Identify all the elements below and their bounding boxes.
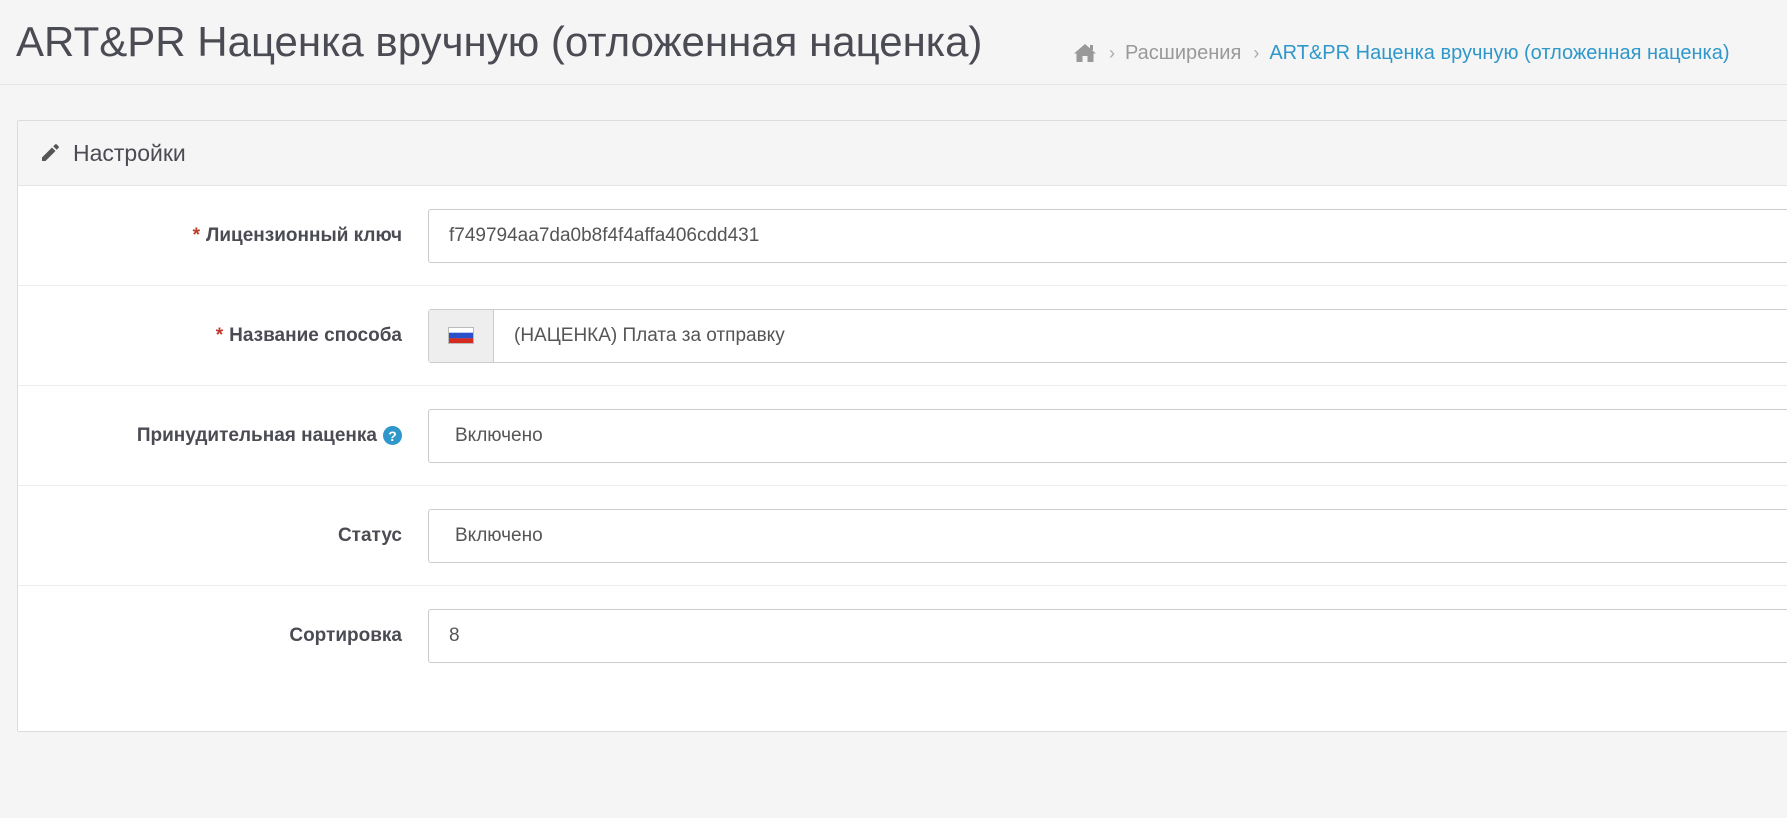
forced-markup-label-text: Принудительная наценка xyxy=(136,424,377,446)
breadcrumb-separator: › xyxy=(1109,42,1115,63)
license-key-label-text: Лицензионный ключ xyxy=(206,224,402,246)
license-key-value: f749794aa7da0b8f4f4affa406cdd431 xyxy=(449,224,760,246)
form-row-forced-markup: Принудительная наценка ? Включено xyxy=(18,386,1787,486)
sort-order-input[interactable]: 8 xyxy=(428,609,1787,663)
panel-heading: Настройки xyxy=(18,121,1787,186)
page-header: ART&PR Наценка вручную (отложенная нацен… xyxy=(0,0,1787,85)
forced-markup-label: Принудительная наценка ? xyxy=(137,425,402,447)
page-title: ART&PR Наценка вручную (отложенная нацен… xyxy=(16,18,983,65)
home-icon[interactable] xyxy=(1073,42,1097,64)
method-name-input-group[interactable]: (НАЦЕНКА) Плата за отправку xyxy=(428,308,1787,363)
license-key-input[interactable]: f749794aa7da0b8f4f4affa406cdd431 xyxy=(428,208,1787,263)
status-label: Статус xyxy=(338,525,402,547)
panel-title: Настройки xyxy=(73,139,186,166)
license-key-label: * Лицензионный ключ xyxy=(193,225,402,247)
breadcrumb-current[interactable]: ART&PR Наценка вручную (отложенная нацен… xyxy=(1269,42,1729,65)
breadcrumb: › Расширения › ART&PR Наценка вручную (о… xyxy=(1073,38,1742,68)
form-row-license-key: * Лицензионный ключ f749794aa7da0b8f4f4a… xyxy=(18,186,1787,286)
forced-markup-value: Включено xyxy=(455,424,543,446)
required-marker: * xyxy=(215,324,224,346)
status-value: Включено xyxy=(455,524,543,546)
settings-panel: Настройки * Лицензионный ключ f749794aa7… xyxy=(17,120,1787,732)
required-marker: * xyxy=(192,224,201,246)
sort-order-value: 8 xyxy=(449,625,460,646)
language-addon xyxy=(429,309,494,362)
pencil-icon xyxy=(40,143,60,163)
form-row-status: Статус Включено xyxy=(18,486,1787,586)
status-select[interactable]: Включено xyxy=(428,508,1787,563)
sort-order-label: Сортировка xyxy=(289,625,402,647)
form-row-method-name: * Название способа (НАЦЕНКА) Плата за от… xyxy=(18,286,1787,386)
method-name-value: (НАЦЕНКА) Плата за отправку xyxy=(514,324,785,346)
method-name-label: * Название способа xyxy=(216,325,402,347)
status-label-text: Статус xyxy=(337,524,402,546)
forced-markup-select[interactable]: Включено xyxy=(428,408,1787,463)
breadcrumb-separator: › xyxy=(1253,42,1260,63)
breadcrumb-extensions[interactable]: Расширения xyxy=(1125,42,1241,65)
question-circle-icon[interactable]: ? xyxy=(383,426,402,445)
russia-flag-icon xyxy=(448,327,474,344)
form-row-sort-order: Сортировка 8 xyxy=(18,586,1787,686)
method-name-label-text: Название способа xyxy=(229,324,402,346)
sort-order-label-text: Сортировка xyxy=(289,625,402,646)
